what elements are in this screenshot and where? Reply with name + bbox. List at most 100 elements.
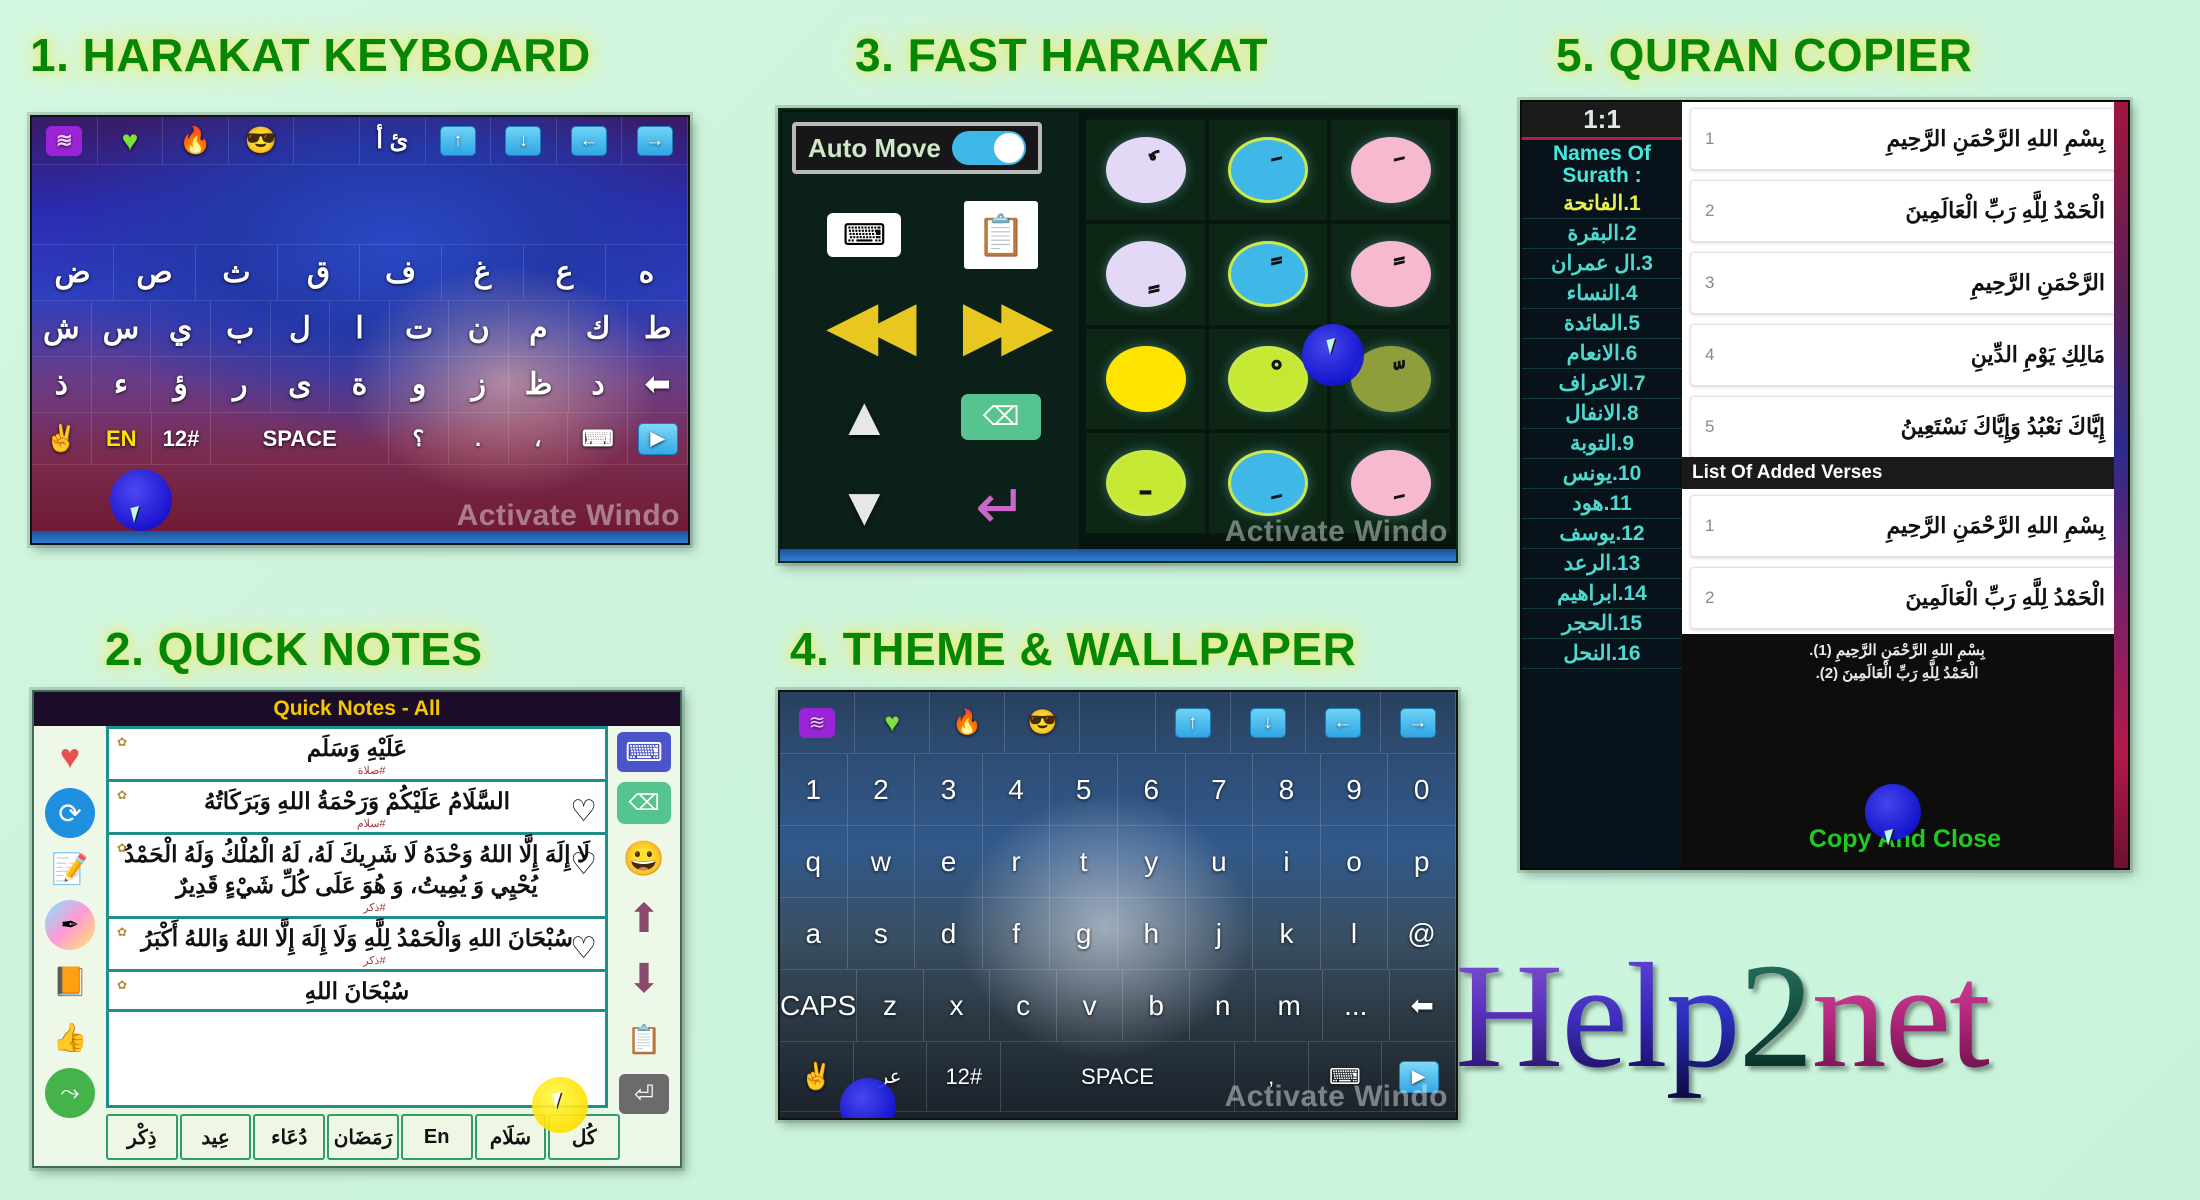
numbers-key[interactable]: 12# (927, 1042, 1002, 1112)
list-item[interactable]: ✿ السَّلَامُ عَلَيْكُمْ وَرَحْمَةُ اللهِ … (109, 782, 605, 836)
key[interactable]: i (1253, 826, 1321, 898)
comma-key[interactable]: ، (508, 413, 569, 465)
key[interactable]: o (1320, 826, 1389, 898)
arrow-up-icon[interactable]: ⬆ (619, 894, 669, 944)
key[interactable]: j (1185, 898, 1254, 970)
harakat-cell[interactable]: َ (1331, 120, 1450, 221)
sidebar-item-surah[interactable]: 13.الرعد (1522, 549, 1682, 580)
harakat-cell[interactable]: ـ (1086, 432, 1205, 533)
harakat-button[interactable]: ـ (1105, 449, 1186, 516)
letter-key[interactable]: ن (449, 301, 510, 357)
keyboard-icon-row[interactable]: ≋ ♥ 🔥 😎 ئ أ ↑ ↓ ← → (32, 117, 688, 165)
added-verses-list[interactable]: 1 بِسْمِ اللهِ الرَّحْمَنِ الرَّحِيمِ 2 الْ… (1682, 489, 2128, 634)
harakat-cell[interactable]: ٍٍ (1086, 224, 1205, 325)
harakat-button[interactable]: َ (1228, 137, 1309, 204)
keyboard-letter-row-1[interactable]: ضصثقفغعه (32, 245, 688, 301)
key[interactable]: 4 (982, 754, 1051, 826)
suggestion-hamza-key[interactable]: ئ أ (359, 117, 426, 165)
key[interactable]: 8 (1253, 754, 1321, 826)
key[interactable]: 2 (847, 754, 916, 826)
letter-key[interactable]: ز (449, 357, 510, 413)
arrow-left-key[interactable]: ← (1305, 692, 1381, 754)
arrow-right-key[interactable]: → (1380, 692, 1456, 754)
tag-tab[interactable]: عِيد (179, 1114, 252, 1160)
arrow-down-key[interactable]: ↓ (491, 117, 557, 165)
key[interactable]: w (847, 826, 916, 898)
arrow-down-icon[interactable]: ▼ (838, 480, 891, 535)
sidebar-item-surah[interactable]: 1.الفاتحة (1522, 189, 1682, 220)
letter-key[interactable]: ف (360, 245, 442, 301)
arrow-left-key[interactable]: ← (556, 117, 623, 165)
key[interactable]: m (1256, 970, 1323, 1042)
key[interactable]: f (982, 898, 1051, 970)
sidebar-item-surah[interactable]: 15.الحجر (1522, 609, 1682, 640)
key[interactable]: s (847, 898, 916, 970)
key[interactable]: ⬅ (1389, 970, 1456, 1042)
letter-key[interactable]: ع (524, 245, 606, 301)
arrow-up-key[interactable]: ↑ (1155, 692, 1231, 754)
letter-key[interactable]: ب (210, 301, 271, 357)
tag-tab[interactable]: دُعَاء (253, 1114, 326, 1160)
hand-emoji-key[interactable]: ✌ (32, 413, 92, 465)
favorite-heart-icon[interactable]: ♡ (570, 794, 597, 829)
backspace-key[interactable]: ⬅ (628, 357, 688, 413)
letter-key[interactable]: ض (32, 245, 114, 301)
fire-key[interactable]: 🔥 (930, 692, 1006, 754)
key[interactable]: ... (1322, 970, 1390, 1042)
fast-harakat-controls[interactable]: Auto Move ⌨ 📋 ◀◀ ▶▶ ▲ ⌫ ▼ ↵ (782, 112, 1080, 559)
surah-list[interactable]: 1.الفاتحة 2.البقرة 3.ال عمران 4.النساء 5.الم… (1522, 189, 1682, 670)
letter-key[interactable]: م (509, 301, 569, 357)
keyboard-letter-row-3[interactable]: ذ ء ؤ ر ى ة و ز ظ د ⬅ (32, 357, 688, 413)
table-row[interactable]: 3 الرَّحْمَنِ الرَّحِيمِ (1690, 252, 2120, 314)
letter-key[interactable]: ت (389, 301, 450, 357)
clipboard-icon[interactable]: 📋 (619, 1014, 669, 1064)
harakat-cell[interactable]: ً (1208, 224, 1328, 325)
key[interactable]: l (1320, 898, 1389, 970)
letter-key[interactable]: ا (330, 301, 390, 357)
key[interactable]: CAPS (780, 970, 858, 1042)
harakat-button[interactable]: ٗ (1105, 137, 1186, 204)
clipboard-icon[interactable]: 📋 (964, 201, 1039, 270)
letter-key[interactable]: ش (32, 301, 92, 357)
tag-tab[interactable]: سَلَام (474, 1114, 547, 1160)
sidebar-item-surah[interactable]: 2.البقرة (1522, 219, 1682, 250)
harakat-cell[interactable]: ٗ (1086, 120, 1205, 221)
arrow-down-key[interactable]: ↓ (1230, 692, 1306, 754)
keyboard-number-row[interactable]: 1234567890 (780, 754, 1456, 826)
refresh-icon[interactable]: ⟳ (45, 788, 95, 838)
arrow-up-icon[interactable]: ▲ (838, 389, 891, 444)
period-key[interactable]: . (448, 413, 509, 465)
arrow-down-icon[interactable]: ⬇ (619, 954, 669, 1004)
letter-key[interactable]: س (91, 301, 152, 357)
surah-sidebar[interactable]: 1:1 Names Of Surath : 1.الفاتحة 2.البقرة 3… (1522, 102, 1682, 868)
sidebar-item-surah[interactable]: 16.النحل (1522, 639, 1682, 670)
numbers-key[interactable]: 12# (151, 413, 212, 465)
key[interactable]: 0 (1388, 754, 1456, 826)
keyboard-row-a[interactable]: a s d f g h j k l @ (780, 898, 1456, 970)
emoji-icon[interactable]: 😀 (619, 834, 669, 884)
panel-fast-harakat[interactable]: Auto Move ⌨ 📋 ◀◀ ▶▶ ▲ ⌫ ▼ ↵ ًًٍٍََّْٗـِِ… (778, 108, 1458, 563)
letter-key[interactable]: ك (568, 301, 629, 357)
thumbs-up-icon[interactable]: 👍 (45, 1012, 95, 1062)
table-row[interactable]: 1 بِسْمِ اللهِ الرَّحْمَنِ الرَّحِيمِ (1690, 108, 2120, 170)
panel-theme-wallpaper[interactable]: ≋ ♥ 🔥 😎 ↑ ↓ ← → 1234567890 qwertyuiop as… (778, 690, 1458, 1120)
sidebar-item-surah[interactable]: 8.الانفال (1522, 399, 1682, 430)
letter-key[interactable]: ق (278, 245, 360, 301)
keyboard-switch-key[interactable]: ⌨ (568, 413, 629, 465)
sidebar-item-surah[interactable]: 6.الانعام (1522, 339, 1682, 370)
key[interactable]: q (780, 826, 848, 898)
enter-icon[interactable]: ⏎ (619, 1074, 669, 1114)
key[interactable]: a (780, 898, 848, 970)
blank-key-1[interactable] (294, 117, 360, 165)
sidebar-item-surah[interactable]: 9.التوبة (1522, 429, 1682, 460)
panel-quran-copier[interactable]: 1:1 Names Of Surath : 1.الفاتحة 2.البقرة 3… (1520, 100, 2130, 870)
harakat-cell[interactable]: ِ (1331, 432, 1450, 533)
smiley-key[interactable]: 😎 (228, 117, 295, 165)
letter-key[interactable]: ص (114, 245, 196, 301)
backspace-icon[interactable]: ⌫ (617, 782, 671, 824)
auto-move-toggle-row[interactable]: Auto Move (792, 122, 1042, 174)
palette-icon[interactable]: ✒ (45, 900, 95, 950)
table-row[interactable]: 2 الْحَمْدُ لِلَّهِ رَبِّ الْعَالَمِينَ (1690, 567, 2120, 629)
list-item[interactable]: ✿ لَا إِلَهَ إِلَّا اللهُ وَحْدَهُ لَا شَ… (109, 835, 605, 920)
sidebar-item-surah[interactable]: 10.يونس (1522, 459, 1682, 490)
